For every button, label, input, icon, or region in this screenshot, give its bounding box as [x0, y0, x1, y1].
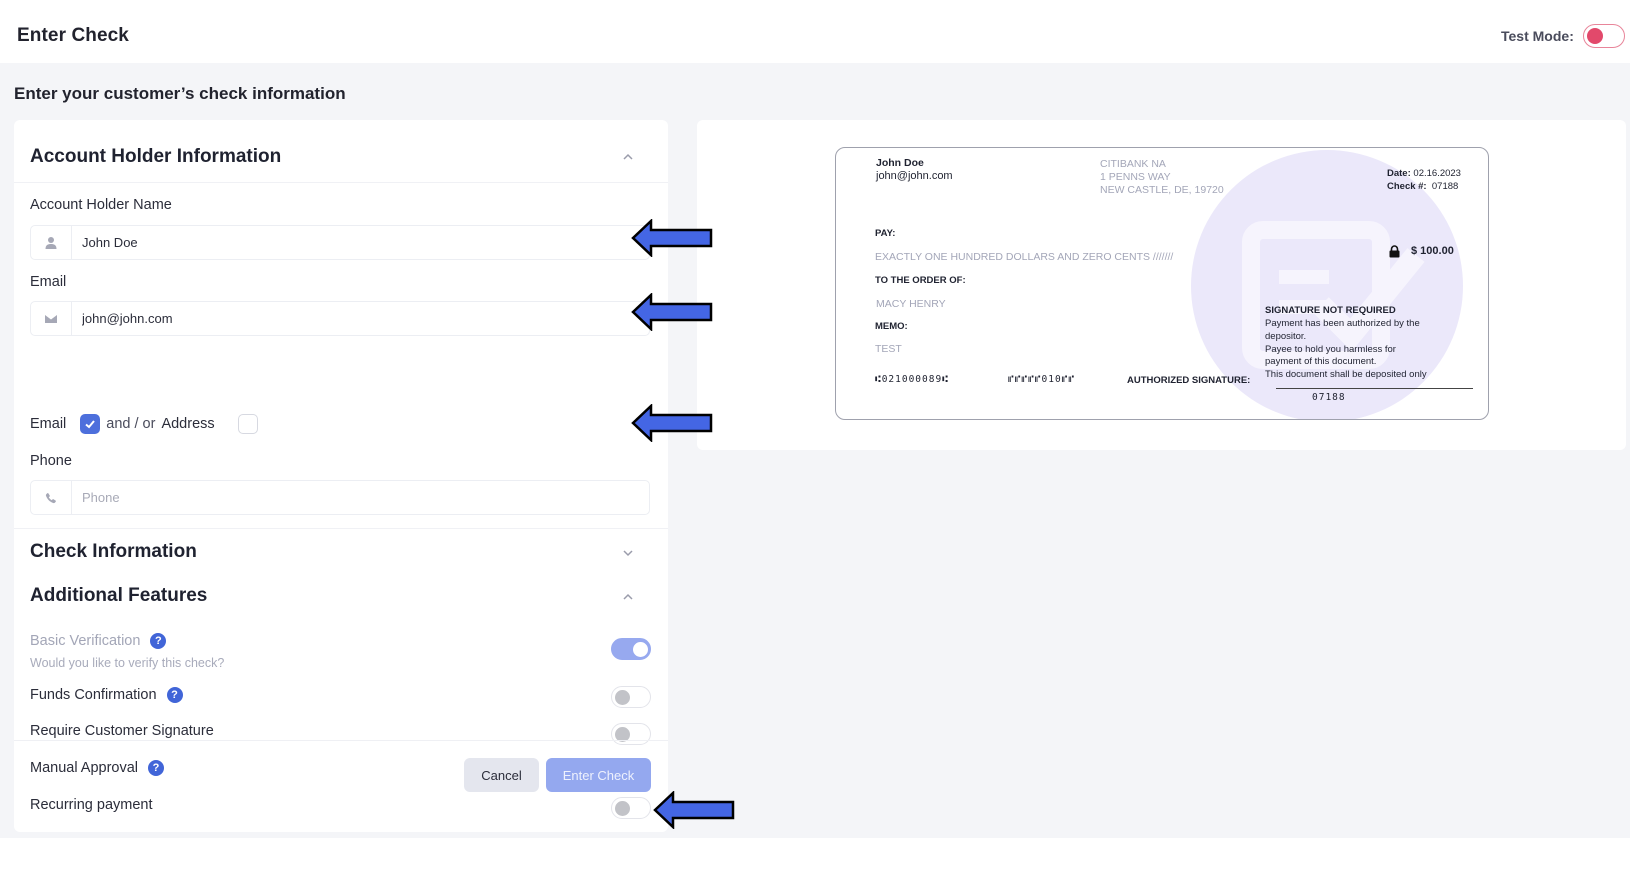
section-title-additional-features[interactable]: Additional Features [30, 585, 207, 607]
phone-icon [31, 481, 72, 514]
annotation-arrow-left-icon [653, 791, 735, 829]
top-bar: Enter Check Test Mode: [0, 0, 1630, 63]
section-title-account-holder[interactable]: Account Holder Information [30, 146, 281, 168]
memo-value: TEST [875, 343, 902, 355]
phone-field [30, 480, 650, 515]
payer-name: John Doe [876, 157, 924, 169]
authorized-signature-label: AUTHORIZED SIGNATURE: [1127, 375, 1251, 386]
and-or-separator: and / or [106, 416, 156, 432]
page-body: Enter your customer’s check information … [0, 63, 1630, 838]
signature-note-line: Payment has been authorized by the [1265, 318, 1420, 329]
check-number-value: 07188 [1431, 181, 1459, 192]
lock-icon [1389, 245, 1400, 258]
check-preview: John Doe john@john.com CITIBANK NA 1 PEN… [835, 147, 1489, 420]
email-checkbox[interactable] [80, 414, 101, 434]
feature-require-customer-signature: Require Customer Signature [30, 723, 214, 739]
bank-name: CITIBANK NA [1100, 158, 1166, 170]
annotation-arrow-left-icon [631, 293, 713, 331]
bank-address-line-2: NEW CASTLE, DE, 19720 [1100, 184, 1224, 196]
order-of-label: TO THE ORDER OF: [875, 275, 966, 286]
payer-email: john@john.com [876, 170, 953, 182]
account-holder-name-label: Account Holder Name [30, 197, 172, 213]
feature-recurring-payment: Recurring payment [30, 797, 153, 813]
feature-label: Require Customer Signature [30, 723, 214, 739]
feature-label: Recurring payment [30, 797, 153, 813]
chevron-up-icon[interactable] [622, 151, 634, 163]
feature-funds-confirmation: Funds Confirmation ? [30, 687, 183, 703]
feature-label: Basic Verification [30, 633, 141, 649]
signature-line [1276, 388, 1473, 389]
amount: $ 100.00 [1411, 245, 1454, 257]
check-preview-panel: John Doe john@john.com CITIBANK NA 1 PEN… [697, 120, 1626, 450]
amount-in-words: EXACTLY ONE HUNDRED DOLLARS AND ZERO CEN… [875, 251, 1174, 263]
signature-note-line: This document shall be deposited only [1265, 369, 1427, 380]
feature-manual-approval: Manual Approval ? [30, 760, 165, 776]
signature-note-line: Payee to hold you harmless for [1265, 344, 1396, 355]
help-icon[interactable]: ? [166, 687, 183, 703]
check-date: Date: 02.16.2023 [1387, 168, 1461, 179]
email-input[interactable] [72, 302, 649, 335]
date-label: Date: [1387, 168, 1411, 179]
chevron-down-icon[interactable] [622, 547, 634, 559]
funds-confirmation-toggle[interactable] [611, 686, 651, 708]
signature-note-title: SIGNATURE NOT REQUIRED [1265, 305, 1396, 316]
email-label: Email [30, 274, 67, 290]
section-divider [14, 182, 668, 183]
feature-basic-verification: Basic Verification ? [30, 633, 167, 649]
toggle-knob [615, 689, 630, 705]
test-mode-toggle[interactable] [1583, 24, 1625, 48]
payee-name: MACY HENRY [876, 298, 946, 310]
enter-check-button[interactable]: Enter Check [546, 758, 651, 792]
account-holder-name-field [30, 225, 650, 260]
signature-note-line: depositor. [1265, 331, 1307, 342]
check-number: Check #: 07188 [1387, 181, 1458, 192]
bank-address-line-1: 1 PENNS WAY [1100, 171, 1171, 183]
feature-sublabel: Would you like to verify this check? [30, 656, 225, 670]
cancel-button[interactable]: Cancel [464, 758, 539, 792]
help-icon[interactable]: ? [148, 760, 165, 776]
section-title-check-information[interactable]: Check Information [30, 541, 197, 563]
annotation-arrow-left-icon [631, 219, 713, 257]
check-form-card: Account Holder Information Account Holde… [14, 120, 668, 832]
help-icon[interactable]: ? [150, 633, 167, 649]
signature-note-line: payment of this document. [1265, 356, 1377, 367]
date-value: 02.16.2023 [1413, 168, 1461, 179]
account-number-micr: ⑈⑈⑈⑈⑈010⑈⑈ [1008, 374, 1076, 385]
memo-label: MEMO: [875, 321, 908, 332]
checkmark-icon [85, 420, 96, 429]
email-field [30, 301, 650, 336]
check-number-label: Check #: [1387, 181, 1427, 192]
address-checkbox[interactable] [237, 414, 258, 434]
annotation-arrow-left-icon [631, 404, 713, 442]
check-number-micr: 07188 [1312, 392, 1346, 403]
test-mode-label: Test Mode: [1501, 28, 1574, 44]
envelope-icon [31, 302, 72, 335]
toggle-knob [615, 726, 630, 742]
delivery-address-label: Address [161, 416, 215, 432]
delivery-email-label: Email [30, 416, 67, 432]
recurring-payment-toggle[interactable] [611, 797, 651, 819]
toggle-knob [615, 800, 630, 816]
chevron-up-icon[interactable] [622, 591, 634, 603]
basic-verification-toggle[interactable] [611, 638, 651, 660]
feature-label: Manual Approval [30, 760, 139, 776]
routing-number-micr: ⑆021000089⑆ [875, 374, 949, 385]
delivery-options: Email and / or Address [30, 413, 258, 435]
phone-input[interactable] [72, 481, 649, 514]
page-subtitle: Enter your customer’s check information [14, 84, 346, 103]
toggle-knob [1587, 28, 1603, 44]
require-signature-toggle[interactable] [611, 723, 651, 745]
user-icon [31, 226, 72, 259]
page-title: Enter Check [17, 25, 129, 46]
feature-label: Funds Confirmation [30, 687, 157, 703]
phone-label: Phone [30, 453, 72, 469]
pay-label: PAY: [875, 228, 896, 239]
section-divider [14, 528, 668, 529]
account-holder-name-input[interactable] [72, 226, 649, 259]
toggle-knob [633, 641, 648, 657]
